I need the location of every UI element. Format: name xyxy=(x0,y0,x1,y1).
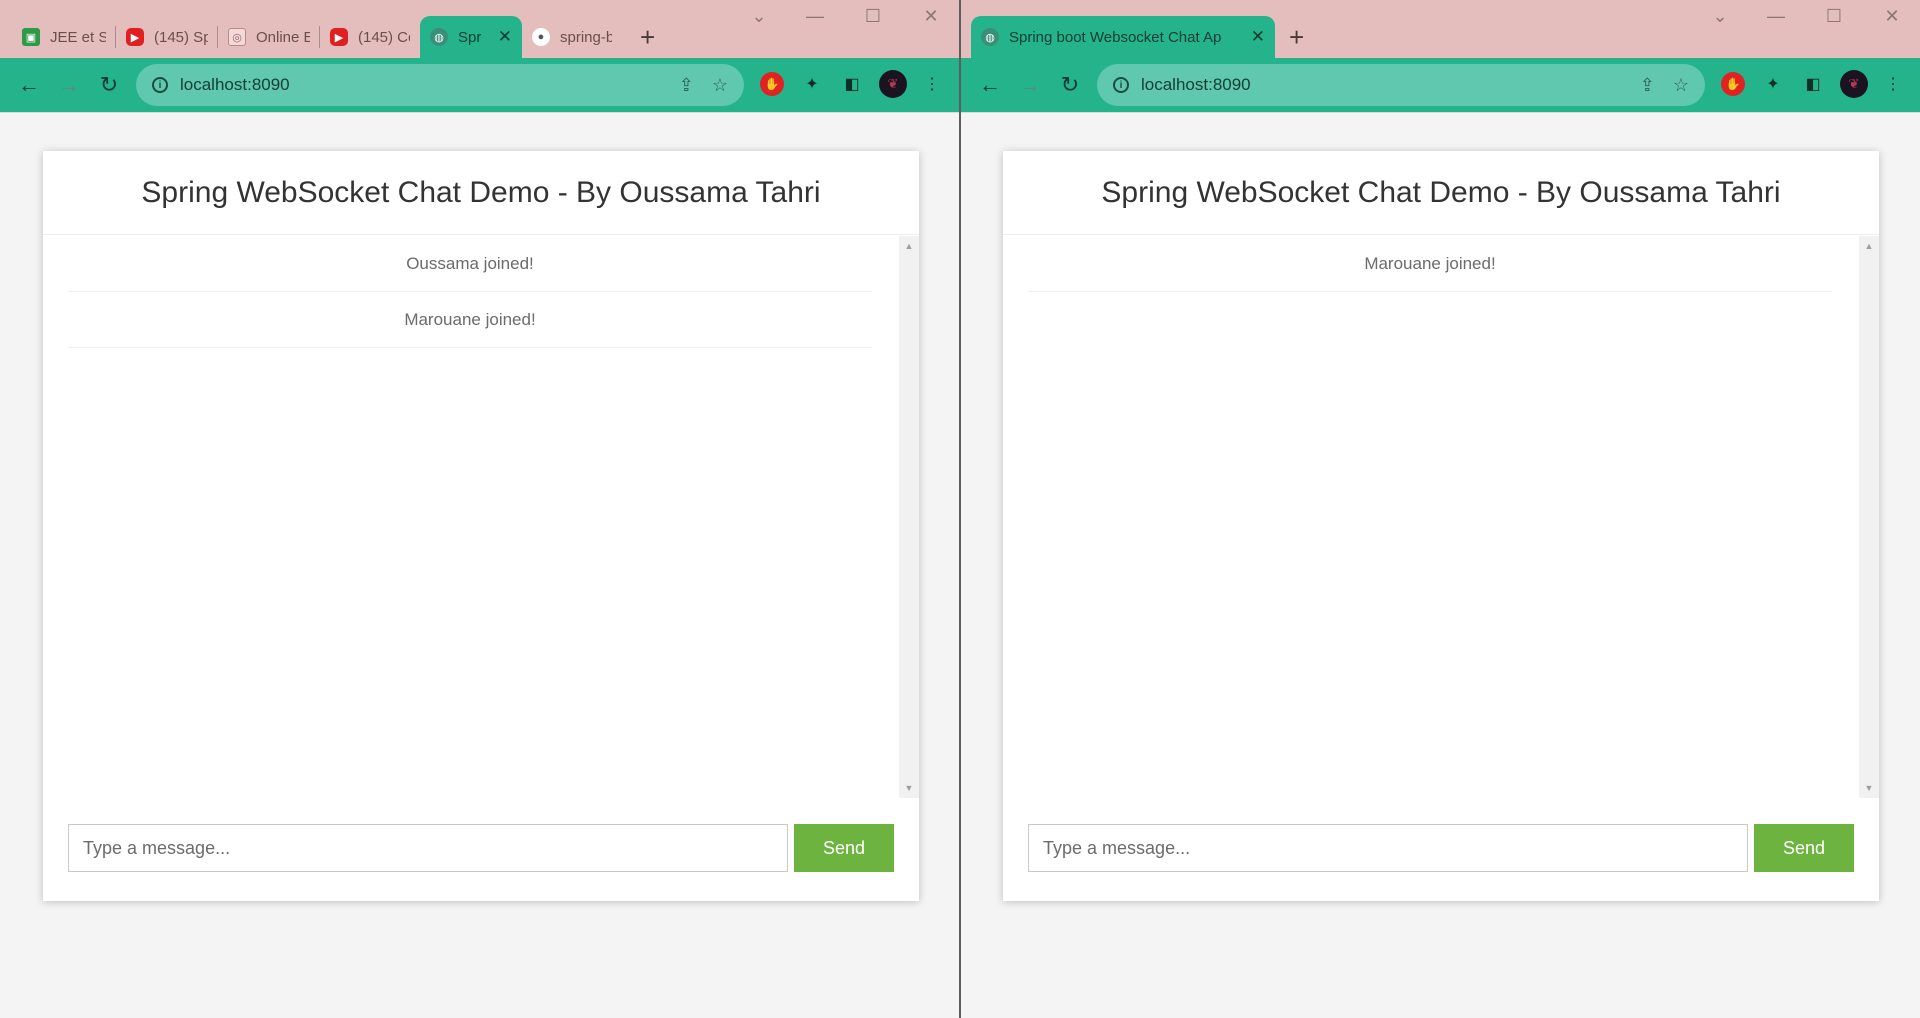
page-icon: ◎ xyxy=(228,28,246,46)
site-info-icon[interactable]: i xyxy=(1113,77,1129,93)
browser-toolbar: ← → ↻ i localhost:8090 ⇪ ☆ ✋ ✦ ◧ ❦ ⋮ xyxy=(961,58,1920,112)
address-bar[interactable]: i localhost:8090 ⇪ ☆ xyxy=(1097,64,1705,106)
toolbar-divider xyxy=(0,112,959,113)
new-tab-button[interactable]: + xyxy=(640,20,655,54)
message-input[interactable] xyxy=(1028,824,1748,872)
message-input[interactable] xyxy=(68,824,788,872)
bookmark-star-icon[interactable]: ☆ xyxy=(1673,75,1689,96)
message-form: Send xyxy=(68,824,894,872)
youtube-icon: ▶ xyxy=(126,28,144,46)
tab-strip: ▣ JEE et S ▶ (145) Sp ◎ Online E ▶ (145)… xyxy=(0,0,959,58)
message-area: Oussama joined! Marouane joined! ▲ ▼ xyxy=(43,236,919,798)
chat-container: Spring WebSocket Chat Demo - By Oussama … xyxy=(1003,151,1879,901)
adblock-extension-icon[interactable]: ✋ xyxy=(1721,72,1745,96)
forward-arrow-icon[interactable]: → xyxy=(54,70,84,100)
tab-github[interactable]: ● spring-b xyxy=(522,16,622,58)
tab-search-icon[interactable]: ⌄ xyxy=(1705,6,1735,27)
tab-strip: ◍ Spring boot Websocket Chat Ap ✕ + ⌄ — … xyxy=(961,0,1920,58)
share-icon[interactable]: ⇪ xyxy=(679,75,694,96)
globe-icon: ◍ xyxy=(430,28,448,46)
back-arrow-icon[interactable]: ← xyxy=(975,70,1005,100)
message-area: Marouane joined! ▲ ▼ xyxy=(1003,236,1879,798)
back-arrow-icon[interactable]: ← xyxy=(14,70,44,100)
send-button[interactable]: Send xyxy=(794,824,894,872)
message-list: Oussama joined! Marouane joined! xyxy=(68,236,872,348)
browser-window-right: ◍ Spring boot Websocket Chat Ap ✕ + ⌄ — … xyxy=(960,0,1920,1018)
tab-jee[interactable]: ▣ JEE et S xyxy=(12,16,116,58)
minimize-icon[interactable]: — xyxy=(800,6,830,27)
side-panel-icon[interactable]: ◧ xyxy=(1801,72,1825,96)
scroll-up-icon[interactable]: ▲ xyxy=(1859,236,1879,256)
share-icon[interactable]: ⇪ xyxy=(1640,75,1655,96)
scroll-up-icon[interactable]: ▲ xyxy=(899,236,919,256)
close-window-icon[interactable]: ✕ xyxy=(1877,6,1907,27)
event-message: Marouane joined! xyxy=(1028,236,1832,292)
event-message: Oussama joined! xyxy=(68,236,872,292)
classroom-icon: ▣ xyxy=(22,28,40,46)
forward-arrow-icon[interactable]: → xyxy=(1015,70,1045,100)
browser-menu-icon[interactable]: ⋮ xyxy=(920,72,944,96)
chat-container: Spring WebSocket Chat Demo - By Oussama … xyxy=(43,151,919,901)
message-form: Send xyxy=(1028,824,1854,872)
chat-header: Spring WebSocket Chat Demo - By Oussama … xyxy=(1003,151,1879,235)
maximize-icon[interactable]: ☐ xyxy=(1819,6,1849,27)
event-message: Marouane joined! xyxy=(68,292,872,348)
profile-avatar[interactable]: ❦ xyxy=(879,70,907,98)
extensions-puzzle-icon[interactable]: ✦ xyxy=(800,72,824,96)
close-tab-icon[interactable]: ✕ xyxy=(490,27,512,47)
tab-youtube-2[interactable]: ▶ (145) Co xyxy=(320,16,420,58)
toolbar-divider xyxy=(961,112,1920,113)
site-info-icon[interactable]: i xyxy=(152,77,168,93)
scroll-down-icon[interactable]: ▼ xyxy=(1859,778,1879,798)
profile-avatar[interactable]: ❦ xyxy=(1840,70,1868,98)
close-tab-icon[interactable]: ✕ xyxy=(1243,27,1265,47)
maximize-icon[interactable]: ☐ xyxy=(858,6,888,27)
side-panel-icon[interactable]: ◧ xyxy=(840,72,864,96)
github-icon: ● xyxy=(532,28,550,46)
chat-title: Spring WebSocket Chat Demo - By Oussama … xyxy=(141,175,821,209)
adblock-extension-icon[interactable]: ✋ xyxy=(760,72,784,96)
tab-youtube-1[interactable]: ▶ (145) Sp xyxy=(116,16,218,58)
tab-spring-chat-active[interactable]: ◍ Spring boot Websocket Chat Ap ✕ xyxy=(971,16,1275,58)
new-tab-button[interactable]: + xyxy=(1289,20,1304,54)
browser-toolbar: ← → ↻ i localhost:8090 ⇪ ☆ ✋ ✦ ◧ ❦ ⋮ xyxy=(0,58,959,112)
message-list: Marouane joined! xyxy=(1028,236,1832,292)
close-window-icon[interactable]: ✕ xyxy=(916,6,946,27)
scrollbar[interactable]: ▲ ▼ xyxy=(899,236,919,798)
tab-spring-chat-active[interactable]: ◍ Spr ✕ xyxy=(420,16,522,58)
browser-window-left: ▣ JEE et S ▶ (145) Sp ◎ Online E ▶ (145)… xyxy=(0,0,960,1018)
address-bar[interactable]: i localhost:8090 ⇪ ☆ xyxy=(136,64,744,106)
youtube-icon: ▶ xyxy=(330,28,348,46)
extensions-puzzle-icon[interactable]: ✦ xyxy=(1761,72,1785,96)
chat-title: Spring WebSocket Chat Demo - By Oussama … xyxy=(1101,175,1781,209)
tab-search-icon[interactable]: ⌄ xyxy=(744,6,774,27)
desktop: ▣ JEE et S ▶ (145) Sp ◎ Online E ▶ (145)… xyxy=(0,0,1920,1018)
scroll-down-icon[interactable]: ▼ xyxy=(899,778,919,798)
scrollbar[interactable]: ▲ ▼ xyxy=(1859,236,1879,798)
send-button[interactable]: Send xyxy=(1754,824,1854,872)
globe-icon: ◍ xyxy=(981,28,999,46)
tab-online[interactable]: ◎ Online E xyxy=(218,16,320,58)
chat-header: Spring WebSocket Chat Demo - By Oussama … xyxy=(43,151,919,235)
reload-icon[interactable]: ↻ xyxy=(94,70,124,100)
reload-icon[interactable]: ↻ xyxy=(1055,70,1085,100)
browser-menu-icon[interactable]: ⋮ xyxy=(1881,72,1905,96)
minimize-icon[interactable]: — xyxy=(1761,6,1791,27)
bookmark-star-icon[interactable]: ☆ xyxy=(712,75,728,96)
